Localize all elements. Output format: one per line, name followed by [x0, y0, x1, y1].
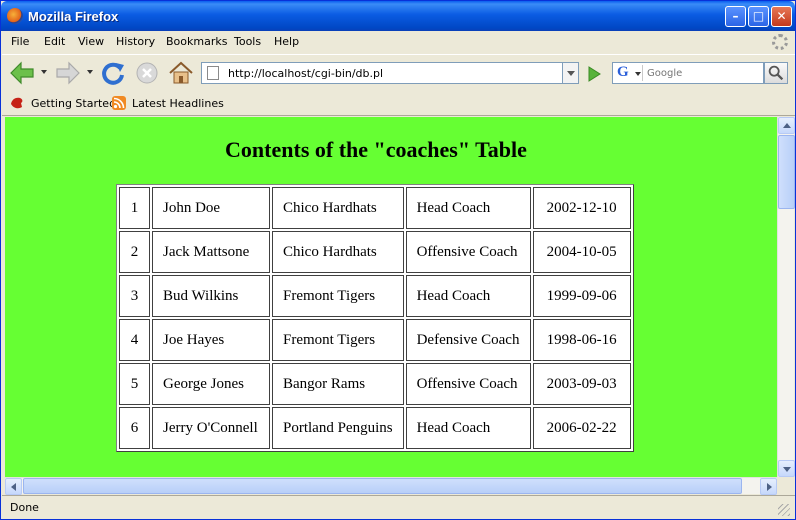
cell-role: Head Coach — [405, 275, 531, 317]
scrollbar-corner — [777, 477, 795, 494]
back-arrow-icon[interactable] — [8, 60, 36, 86]
title-bar[interactable]: Mozilla Firefox – □ ✕ — [1, 1, 795, 31]
menu-history[interactable]: History — [116, 35, 155, 48]
browser-window: Mozilla Firefox – □ ✕ File Edit View His… — [0, 0, 796, 520]
horizontal-scroll-thumb[interactable] — [23, 478, 742, 494]
menu-edit[interactable]: Edit — [44, 35, 65, 48]
cell-id: 3 — [119, 275, 150, 317]
status-text: Done — [10, 501, 39, 514]
cell-date: 2004-10-05 — [532, 231, 631, 273]
cell-name: John Doe — [152, 187, 270, 229]
forward-history-dropdown-icon[interactable] — [87, 70, 93, 74]
url-history-dropdown-button[interactable] — [563, 62, 579, 84]
search-engine-selector[interactable]: G — [615, 64, 643, 81]
table-row: 2 Jack Mattsone Chico Hardhats Offensive Co… — [119, 231, 631, 273]
cell-team: Chico Hardhats — [272, 231, 404, 273]
table-row: 4 Joe Hayes Fremont Tigers Defensive Coach 1… — [119, 319, 631, 361]
coaches-table: 1 John Doe Chico Hardhats Head Coach 2002-12… — [116, 184, 634, 452]
status-bar: Done — [2, 495, 795, 519]
resize-grip-icon[interactable] — [778, 504, 790, 516]
menu-file[interactable]: File — [11, 35, 29, 48]
cell-role: Head Coach — [405, 407, 531, 449]
maximize-button[interactable]: □ — [748, 6, 769, 27]
address-bar[interactable]: http://localhost/cgi-bin/db.pl — [201, 62, 563, 84]
scroll-right-button[interactable] — [760, 478, 777, 495]
cell-id: 6 — [119, 407, 150, 449]
menu-help[interactable]: Help — [274, 35, 299, 48]
horizontal-scrollbar[interactable] — [5, 477, 777, 495]
window-title: Mozilla Firefox — [28, 9, 119, 24]
page-icon — [207, 66, 219, 80]
cell-date: 1999-09-06 — [532, 275, 631, 317]
cell-team: Portland Penguins — [272, 407, 404, 449]
cell-date: 2002-12-10 — [532, 187, 631, 229]
bookmark-latest-headlines[interactable]: Latest Headlines — [132, 97, 224, 110]
menu-bookmarks[interactable]: Bookmarks — [166, 35, 227, 48]
cell-name: Bud Wilkins — [152, 275, 270, 317]
cell-team: Bangor Rams — [272, 363, 404, 405]
firefox-logo-icon — [7, 8, 23, 24]
cell-id: 1 — [119, 187, 150, 229]
navigation-toolbar: http://localhost/cgi-bin/db.pl G — [2, 54, 795, 92]
vertical-scroll-thumb[interactable] — [778, 135, 795, 209]
page-heading: Contents of the "coaches" Table — [225, 137, 527, 162]
cell-role: Offensive Coach — [405, 231, 531, 273]
cell-id: 2 — [119, 231, 150, 273]
search-input[interactable] — [647, 66, 761, 80]
cell-role: Defensive Coach — [405, 319, 531, 361]
cell-id: 4 — [119, 319, 150, 361]
forward-arrow-icon[interactable] — [54, 60, 82, 86]
cell-date: 2003-09-03 — [532, 363, 631, 405]
cell-team: Chico Hardhats — [272, 187, 404, 229]
address-text[interactable]: http://localhost/cgi-bin/db.pl — [228, 67, 383, 80]
menu-bar: File Edit View History Bookmarks Tools H… — [2, 31, 795, 53]
rss-feed-icon — [112, 96, 126, 110]
cell-name: George Jones — [152, 363, 270, 405]
table-row: 6 Jerry O'Connell Portland Penguins Head Co… — [119, 407, 631, 449]
go-arrow-icon[interactable] — [584, 64, 604, 84]
cell-role: Offensive Coach — [405, 363, 531, 405]
menu-tools[interactable]: Tools — [234, 35, 261, 48]
table-row: 1 John Doe Chico Hardhats Head Coach 2002-12… — [119, 187, 631, 229]
firefox-bookmark-icon — [11, 97, 23, 109]
throbber-icon — [772, 34, 788, 50]
scroll-down-button[interactable] — [778, 460, 795, 477]
home-icon[interactable] — [167, 60, 195, 86]
cell-team: Fremont Tigers — [272, 275, 404, 317]
table-row: 3 Bud Wilkins Fremont Tigers Head Coach 1999… — [119, 275, 631, 317]
cell-name: Jerry O'Connell — [152, 407, 270, 449]
cell-name: Joe Hayes — [152, 319, 270, 361]
cell-id: 5 — [119, 363, 150, 405]
minimize-button[interactable]: – — [725, 6, 746, 27]
back-history-dropdown-icon[interactable] — [41, 70, 47, 74]
cell-name: Jack Mattsone — [152, 231, 270, 273]
bookmark-getting-started[interactable]: Getting Started — [31, 97, 116, 110]
reload-icon[interactable] — [99, 60, 127, 86]
cell-role: Head Coach — [405, 187, 531, 229]
stop-icon[interactable] — [134, 60, 162, 86]
cell-date: 2006-02-22 — [532, 407, 631, 449]
vertical-scrollbar[interactable] — [777, 117, 795, 477]
scroll-left-button[interactable] — [5, 478, 22, 495]
search-box[interactable]: G — [612, 62, 764, 84]
cell-date: 1998-06-16 — [532, 319, 631, 361]
table-row: 5 George Jones Bangor Rams Offensive Coach 2… — [119, 363, 631, 405]
bookmarks-toolbar: Getting Started Latest Headlines — [2, 92, 795, 116]
google-icon: G — [617, 64, 629, 80]
search-magnifier-icon[interactable] — [764, 62, 788, 84]
page-content: Contents of the "coaches" Table 1 John Do… — [5, 117, 777, 477]
menu-view[interactable]: View — [78, 35, 104, 48]
scroll-up-button[interactable] — [778, 117, 795, 134]
cell-team: Fremont Tigers — [272, 319, 404, 361]
close-button[interactable]: ✕ — [771, 6, 792, 27]
